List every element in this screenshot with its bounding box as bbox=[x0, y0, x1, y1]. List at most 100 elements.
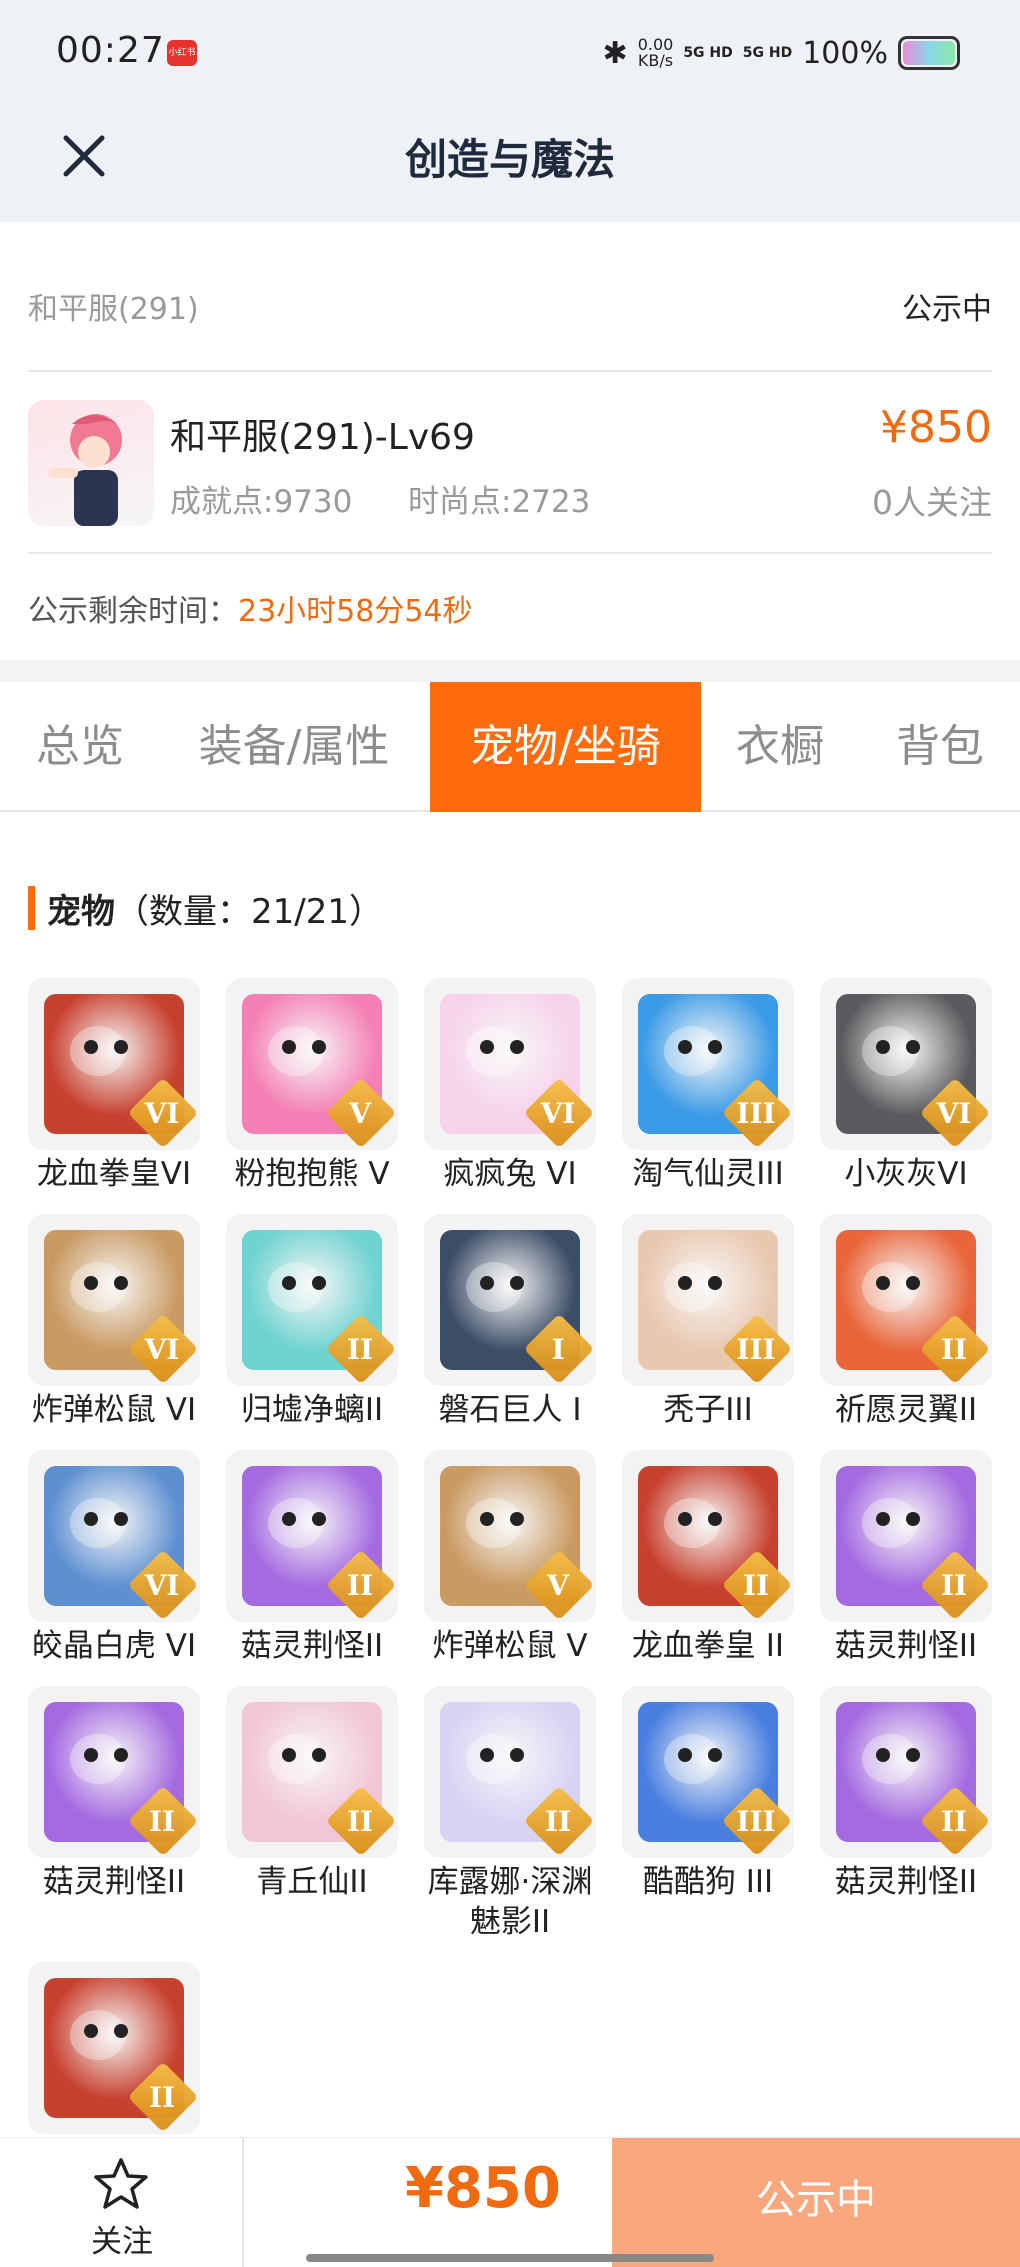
pet-rank: II bbox=[940, 1569, 968, 1602]
pet-item[interactable]: V 粉抱抱熊 V bbox=[226, 978, 402, 1194]
pet-item[interactable]: II 菇灵荆怪II bbox=[820, 1686, 996, 1902]
pet-item[interactable]: VI 皎晶白虎 VI bbox=[28, 1450, 204, 1666]
pet-image: VI bbox=[28, 1450, 200, 1622]
pet-item[interactable]: II 库露娜·深渊魅影II bbox=[424, 1686, 600, 1942]
pet-rank: II bbox=[148, 2081, 176, 2114]
pet-rank: VI bbox=[936, 1097, 972, 1130]
remaining-time-label: 公示剩余时间： bbox=[28, 594, 238, 629]
pet-rank: III bbox=[736, 1805, 776, 1838]
pet-name: 小灰灰VI bbox=[844, 1156, 968, 1192]
pet-name: 炸弹松鼠 VI bbox=[31, 1392, 197, 1428]
home-indicator bbox=[306, 2254, 714, 2262]
pet-item[interactable]: VI 疯疯兔 VI bbox=[424, 978, 600, 1194]
pet-name: 菇灵荆怪II bbox=[834, 1864, 978, 1900]
pet-item[interactable]: II 龙血拳皇 II bbox=[622, 1450, 798, 1666]
account-card[interactable]: 和平服(291)-Lv69 成就点:9730 时尚点:2723 ¥850 0人关… bbox=[28, 372, 992, 554]
pet-image: III bbox=[622, 978, 794, 1150]
signal-icon: 5G HD bbox=[683, 45, 733, 61]
remaining-time-value: 23小时58分54秒 bbox=[238, 594, 473, 629]
header: 创造与魔法 bbox=[0, 110, 1020, 222]
pet-name: 疯疯兔 VI bbox=[443, 1156, 577, 1192]
tab-bar: 总览 装备/属性 宠物/坐骑 衣橱 背包 bbox=[0, 682, 1020, 812]
pet-image: III bbox=[622, 1686, 794, 1858]
pet-rank: V bbox=[547, 1569, 569, 1602]
pet-item[interactable]: III 淘气仙灵III bbox=[622, 978, 798, 1194]
network-speed: 0.00 KB/s bbox=[638, 37, 674, 69]
pet-rank: II bbox=[940, 1805, 968, 1838]
pet-item[interactable]: II 祈愿灵翼II bbox=[820, 1214, 996, 1430]
bottom-bar: 关注 ¥850 公示中 bbox=[0, 2137, 1020, 2267]
pet-name: 酷酷狗 III bbox=[642, 1864, 774, 1900]
pets-section-header: 宠物 （数量：21/21） bbox=[28, 880, 383, 936]
pet-rank: VI bbox=[144, 1097, 180, 1130]
pet-name: 皎晶白虎 VI bbox=[31, 1628, 197, 1664]
status-button[interactable]: 公示中 bbox=[612, 2138, 1020, 2267]
pet-name: 龙血拳皇 II bbox=[631, 1628, 785, 1664]
pet-rank: II bbox=[346, 1569, 374, 1602]
pet-item[interactable]: I 磐石巨人 I bbox=[424, 1214, 600, 1430]
pet-name: 库露娜·深渊魅影II bbox=[427, 1864, 593, 1940]
section-count: （数量：21/21） bbox=[115, 891, 383, 932]
pet-image: V bbox=[424, 1450, 596, 1622]
pet-name: 菇灵荆怪II bbox=[240, 1628, 384, 1664]
pet-image: II bbox=[820, 1686, 992, 1858]
pet-item[interactable]: V 炸弹松鼠 V bbox=[424, 1450, 600, 1666]
tab-wardrobe[interactable]: 衣橱 bbox=[710, 682, 850, 812]
bottom-price: ¥850 bbox=[405, 2156, 561, 2221]
tab-equipment[interactable]: 装备/属性 bbox=[172, 682, 416, 812]
tab-overview[interactable]: 总览 bbox=[0, 682, 160, 812]
remaining-time: 公示剩余时间：23小时58分54秒 bbox=[28, 586, 473, 630]
avatar bbox=[28, 400, 154, 526]
pet-rank: II bbox=[544, 1805, 572, 1838]
achievement-points: 成就点:9730 bbox=[170, 484, 353, 520]
pet-item[interactable]: VI 小灰灰VI bbox=[820, 978, 996, 1194]
server-name: 和平服(291) bbox=[28, 292, 199, 327]
status-icons: ✱ 0.00 KB/s 5G HD 5G HD 100% bbox=[603, 30, 960, 76]
pet-name: 菇灵荆怪II bbox=[42, 1864, 186, 1900]
section-accent bbox=[28, 886, 35, 930]
star-icon bbox=[94, 2158, 148, 2209]
follow-button[interactable]: 关注 bbox=[0, 2138, 244, 2267]
pet-name: 秃子III bbox=[663, 1392, 753, 1428]
pet-rank: II bbox=[346, 1805, 374, 1838]
pet-item[interactable]: II 青丘仙II bbox=[226, 1686, 402, 1902]
signal-icon: 5G HD bbox=[742, 45, 793, 61]
pet-image: II bbox=[226, 1686, 398, 1858]
pet-name: 菇灵荆怪II bbox=[834, 1628, 978, 1664]
pet-name: 归墟净螭II bbox=[240, 1392, 384, 1428]
pet-item[interactable]: II 菇灵荆怪II bbox=[226, 1450, 402, 1666]
pet-image: VI bbox=[28, 978, 200, 1150]
pet-item[interactable]: II 归墟净螭II bbox=[226, 1214, 402, 1430]
pet-image: II bbox=[226, 1450, 398, 1622]
pet-name: 炸弹松鼠 V bbox=[432, 1628, 588, 1664]
tab-pets-mounts[interactable]: 宠物/坐骑 bbox=[430, 682, 701, 812]
pet-item[interactable]: II 菇灵荆怪II bbox=[28, 1686, 204, 1902]
pet-item[interactable]: III 酷酷狗 III bbox=[622, 1686, 798, 1902]
pet-image: VI bbox=[28, 1214, 200, 1386]
pet-name: 祈愿灵翼II bbox=[834, 1392, 978, 1428]
tab-backpack[interactable]: 背包 bbox=[864, 682, 1016, 812]
pet-name: 青丘仙II bbox=[256, 1864, 368, 1900]
pet-rank: VI bbox=[144, 1569, 180, 1602]
pet-rank: II bbox=[940, 1333, 968, 1366]
pet-item[interactable]: II 菇灵荆怪II bbox=[820, 1450, 996, 1666]
account-price: ¥850 bbox=[880, 402, 992, 453]
fashion-points: 时尚点:2723 bbox=[408, 484, 591, 520]
pet-image: II bbox=[424, 1686, 596, 1858]
pet-name: 龙血拳皇VI bbox=[36, 1156, 192, 1192]
pet-item[interactable]: II bbox=[28, 1962, 204, 2138]
pet-item[interactable]: VI 龙血拳皇VI bbox=[28, 978, 204, 1194]
battery-percent: 100% bbox=[802, 35, 888, 71]
pet-rank: I bbox=[551, 1333, 565, 1366]
pet-image: II bbox=[820, 1214, 992, 1386]
pet-name: 磐石巨人 I bbox=[438, 1392, 582, 1428]
pet-rank: III bbox=[736, 1333, 776, 1366]
pet-item[interactable]: III 秃子III bbox=[622, 1214, 798, 1430]
section-title: 宠物 bbox=[47, 891, 115, 932]
pet-image: V bbox=[226, 978, 398, 1150]
pet-image: II bbox=[226, 1214, 398, 1386]
pet-item[interactable]: VI 炸弹松鼠 VI bbox=[28, 1214, 204, 1430]
pet-rank: VI bbox=[540, 1097, 576, 1130]
pet-image: VI bbox=[820, 978, 992, 1150]
follow-label: 关注 bbox=[91, 2224, 153, 2260]
